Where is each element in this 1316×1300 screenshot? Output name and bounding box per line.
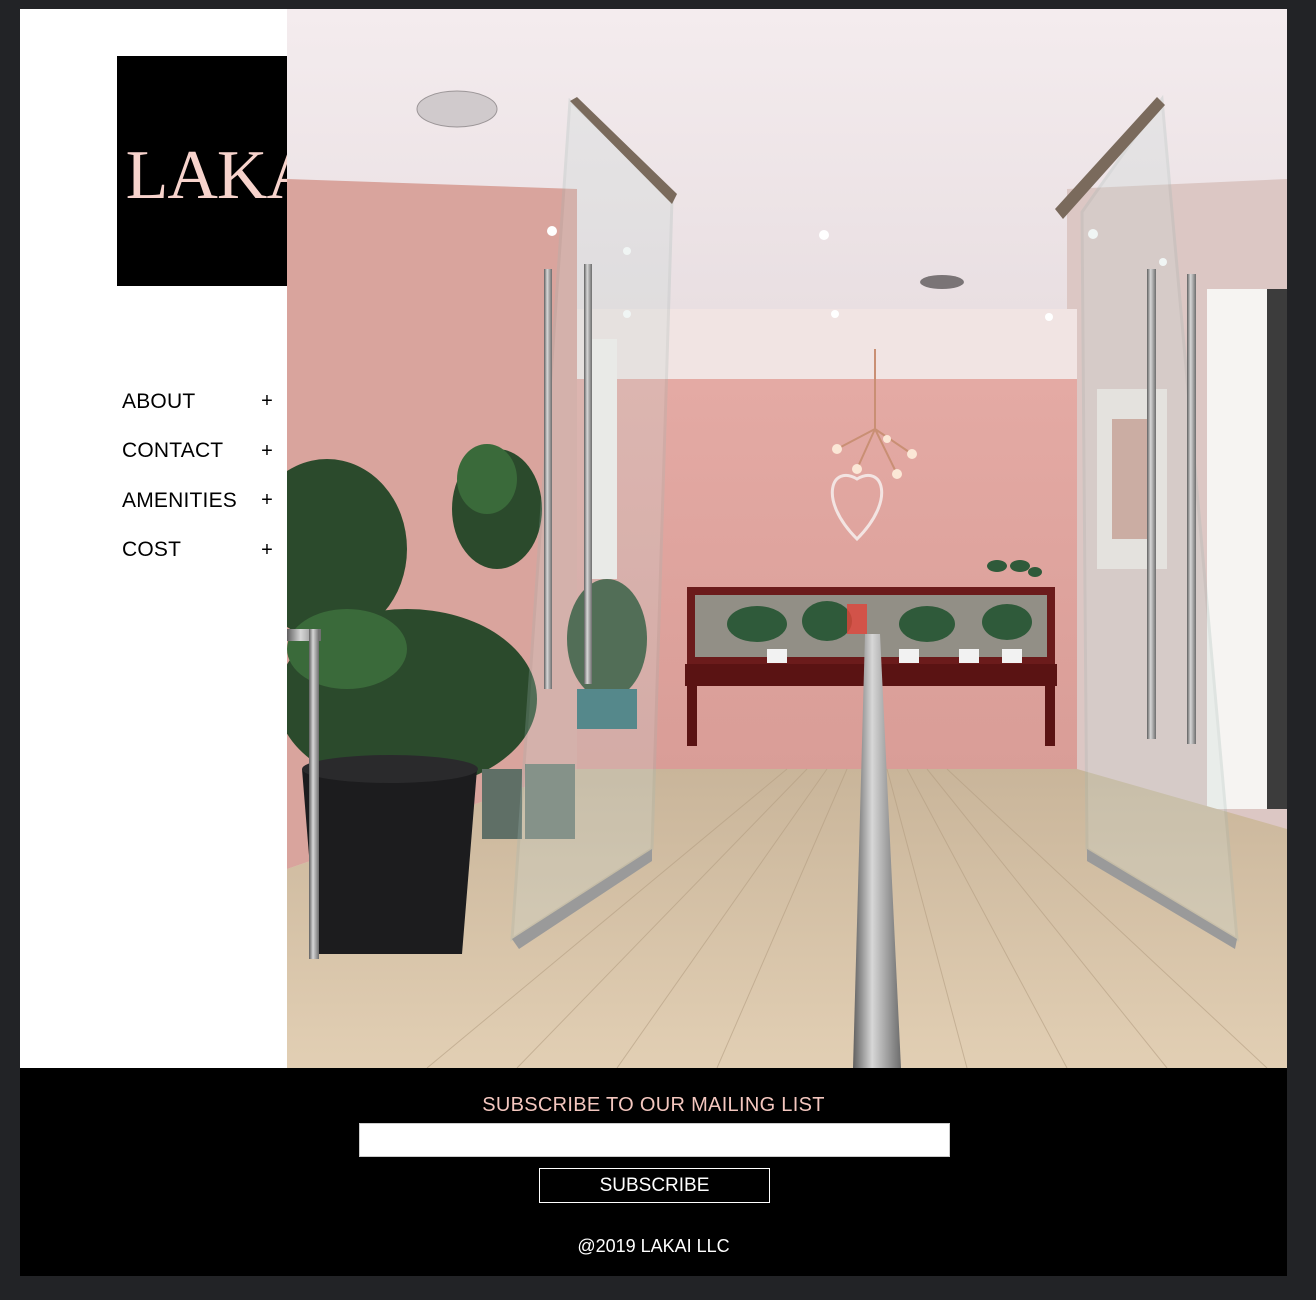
plus-icon[interactable]: +	[260, 390, 274, 413]
nav-item-contact[interactable]: CONTACT +	[122, 427, 274, 477]
lobby-photo	[287, 9, 1287, 1068]
footer: SUBSCRIBE TO OUR MAILING LIST SUBSCRIBE …	[20, 1068, 1287, 1276]
subscribe-button[interactable]: SUBSCRIBE	[539, 1168, 770, 1203]
main-nav: ABOUT + CONTACT + AMENITIES + COST +	[122, 377, 274, 575]
email-field[interactable]	[359, 1123, 950, 1157]
nav-item-about[interactable]: ABOUT +	[122, 377, 274, 427]
plus-icon[interactable]: +	[260, 539, 274, 562]
nav-item-label: CONTACT	[122, 439, 224, 463]
plus-icon[interactable]: +	[260, 489, 274, 512]
subscribe-title: SUBSCRIBE TO OUR MAILING LIST	[482, 1094, 825, 1116]
copyright-text: @2019 LAKAI LLC	[577, 1236, 730, 1256]
nav-item-cost[interactable]: COST +	[122, 526, 274, 576]
sidebar: LAKAI ABOUT + CONTACT + AMENITIES + COST…	[20, 9, 347, 1068]
hero-image	[287, 9, 1287, 1068]
plus-icon[interactable]: +	[260, 440, 274, 463]
nav-item-amenities[interactable]: AMENITIES +	[122, 476, 274, 526]
page: LAKAI ABOUT + CONTACT + AMENITIES + COST…	[20, 9, 1287, 1276]
nav-item-label: AMENITIES	[122, 488, 237, 512]
nav-item-label: ABOUT	[122, 389, 196, 413]
nav-item-label: COST	[122, 538, 182, 562]
